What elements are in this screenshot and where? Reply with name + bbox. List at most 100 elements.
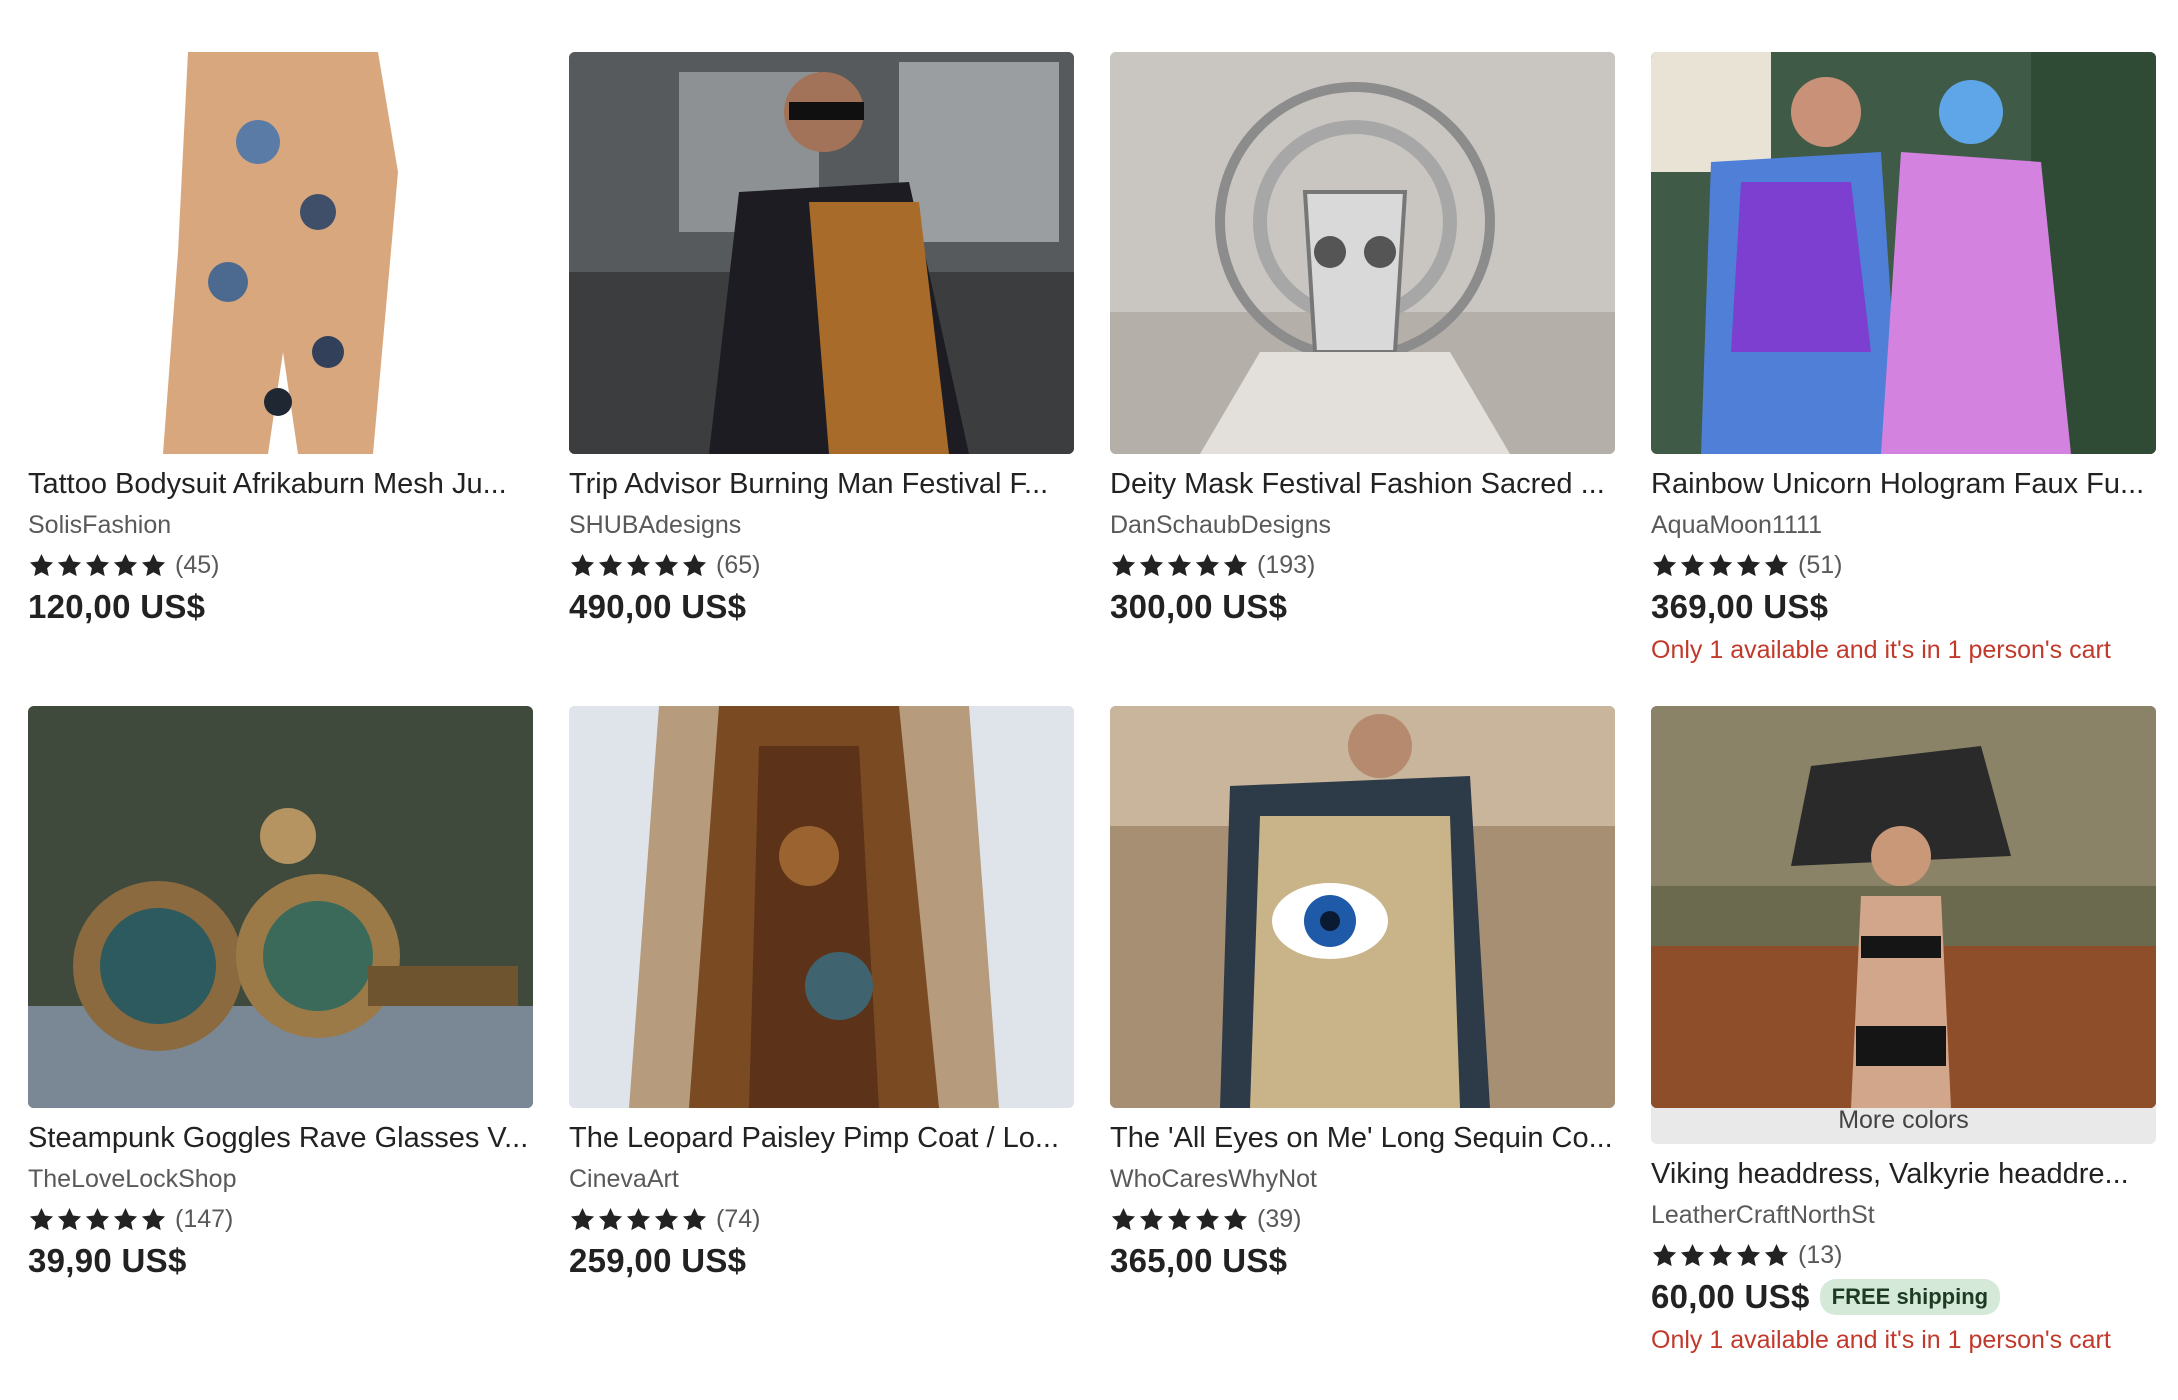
star-icon bbox=[1764, 1243, 1789, 1266]
review-count: (39) bbox=[1257, 1204, 1302, 1233]
star-icon bbox=[682, 553, 707, 576]
star-icon bbox=[1223, 1207, 1248, 1230]
rating: (74) bbox=[569, 1202, 1074, 1236]
listing-card[interactable]: Tattoo Bodysuit Afrikaburn Mesh Ju... So… bbox=[28, 52, 533, 706]
star-icon bbox=[682, 1207, 707, 1230]
listing-title[interactable]: Viking headdress, Valkyrie headdre... bbox=[1651, 1154, 2156, 1194]
star-icon bbox=[1764, 553, 1789, 576]
review-count: (51) bbox=[1798, 550, 1843, 579]
star-icon bbox=[57, 553, 82, 576]
tattoo-bodysuit-photo[interactable] bbox=[28, 52, 533, 454]
shop-name[interactable]: SHUBAdesigns bbox=[569, 508, 1074, 542]
price: 365,00 US$ bbox=[1110, 1242, 1288, 1279]
shop-name[interactable]: WhoCaresWhyNot bbox=[1110, 1162, 1615, 1196]
star-icon bbox=[1167, 1207, 1192, 1230]
price-row: 120,00 US$ bbox=[28, 588, 533, 626]
listing-card[interactable]: The Leopard Paisley Pimp Coat / Lo... Ci… bbox=[569, 706, 1074, 1366]
star-rating bbox=[1651, 552, 1790, 579]
star-icon bbox=[1139, 1207, 1164, 1230]
price-row: 39,90 US$ bbox=[28, 1242, 533, 1280]
shop-name[interactable]: DanSchaubDesigns bbox=[1110, 508, 1615, 542]
review-count: (45) bbox=[175, 550, 220, 579]
listing-title[interactable]: Rainbow Unicorn Hologram Faux Fu... bbox=[1651, 464, 2156, 504]
listing-title[interactable]: Deity Mask Festival Fashion Sacred ... bbox=[1110, 464, 1615, 504]
price: 490,00 US$ bbox=[569, 588, 747, 625]
price: 300,00 US$ bbox=[1110, 588, 1288, 625]
star-icon bbox=[626, 1207, 651, 1230]
star-icon bbox=[29, 1207, 54, 1230]
price: 60,00 US$ bbox=[1651, 1278, 1810, 1315]
shop-name[interactable]: LeatherCraftNorthSt bbox=[1651, 1198, 2156, 1232]
listing-title[interactable]: The 'All Eyes on Me' Long Sequin Co... bbox=[1110, 1118, 1615, 1158]
rainbow-fur-coat-photo[interactable] bbox=[1651, 52, 2156, 454]
rating: (45) bbox=[28, 548, 533, 582]
listing-title[interactable]: The Leopard Paisley Pimp Coat / Lo... bbox=[569, 1118, 1074, 1158]
star-icon bbox=[570, 1207, 595, 1230]
star-icon bbox=[1195, 1207, 1220, 1230]
star-icon bbox=[1652, 553, 1677, 576]
star-icon bbox=[1652, 1243, 1677, 1266]
star-icon bbox=[1167, 553, 1192, 576]
price-row: 259,00 US$ bbox=[569, 1242, 1074, 1280]
star-rating bbox=[569, 552, 708, 579]
star-icon bbox=[141, 553, 166, 576]
festival-coat-photo[interactable] bbox=[569, 52, 1074, 454]
star-icon bbox=[85, 1207, 110, 1230]
rating: (39) bbox=[1110, 1202, 1615, 1236]
star-icon bbox=[1139, 553, 1164, 576]
price-row: 490,00 US$ bbox=[569, 588, 1074, 626]
paisley-coat-photo[interactable] bbox=[569, 706, 1074, 1108]
stock-note: Only 1 available and it's in 1 person's … bbox=[1651, 1326, 2111, 1354]
star-rating bbox=[569, 1206, 708, 1233]
rating: (147) bbox=[28, 1202, 533, 1236]
price: 369,00 US$ bbox=[1651, 588, 1829, 625]
free-shipping-badge: FREE shipping bbox=[1819, 1279, 2001, 1315]
listing-title[interactable]: Steampunk Goggles Rave Glasses V... bbox=[28, 1118, 533, 1158]
steampunk-goggles-photo[interactable] bbox=[28, 706, 533, 1108]
star-icon bbox=[598, 553, 623, 576]
price: 120,00 US$ bbox=[28, 588, 206, 625]
deity-mask-photo[interactable] bbox=[1110, 52, 1615, 454]
price-row: 300,00 US$ bbox=[1110, 588, 1615, 626]
listing-card[interactable]: Rainbow Unicorn Hologram Faux Fu... Aqua… bbox=[1651, 52, 2156, 706]
listing-card[interactable]: Trip Advisor Burning Man Festival F... S… bbox=[569, 52, 1074, 706]
listing-card[interactable]: Deity Mask Festival Fashion Sacred ... D… bbox=[1110, 52, 1615, 706]
star-icon bbox=[1680, 553, 1705, 576]
review-count: (74) bbox=[716, 1204, 761, 1233]
listing-title[interactable]: Tattoo Bodysuit Afrikaburn Mesh Ju... bbox=[28, 464, 533, 504]
review-count: (13) bbox=[1798, 1240, 1843, 1269]
star-icon bbox=[113, 1207, 138, 1230]
star-rating bbox=[1110, 1206, 1249, 1233]
star-icon bbox=[570, 553, 595, 576]
shop-name[interactable]: CinevaArt bbox=[569, 1162, 1074, 1196]
review-count: (147) bbox=[175, 1204, 234, 1233]
star-icon bbox=[1708, 1243, 1733, 1266]
star-icon bbox=[141, 1207, 166, 1230]
star-icon bbox=[29, 553, 54, 576]
star-icon bbox=[626, 553, 651, 576]
listing-title[interactable]: Trip Advisor Burning Man Festival F... bbox=[569, 464, 1074, 504]
star-icon bbox=[1708, 553, 1733, 576]
shop-name[interactable]: TheLoveLockShop bbox=[28, 1162, 533, 1196]
review-count: (193) bbox=[1257, 550, 1316, 579]
star-icon bbox=[654, 1207, 679, 1230]
review-count: (65) bbox=[716, 550, 761, 579]
star-icon bbox=[1223, 553, 1248, 576]
listing-card[interactable]: Steampunk Goggles Rave Glasses V... TheL… bbox=[28, 706, 533, 1366]
feather-headdress-photo[interactable] bbox=[1651, 706, 2156, 1108]
listing-card[interactable]: More colors Viking headdress, Valkyrie h… bbox=[1651, 706, 2156, 1366]
star-icon bbox=[1111, 1207, 1136, 1230]
shop-name[interactable]: AquaMoon1111 bbox=[1651, 508, 2156, 542]
sequin-coat-photo[interactable] bbox=[1110, 706, 1615, 1108]
rating: (51) bbox=[1651, 548, 2156, 582]
stock-note: Only 1 available and it's in 1 person's … bbox=[1651, 636, 2111, 664]
listing-card[interactable]: The 'All Eyes on Me' Long Sequin Co... W… bbox=[1110, 706, 1615, 1366]
price-row: 60,00 US$ FREE shipping bbox=[1651, 1278, 2156, 1316]
star-icon bbox=[113, 553, 138, 576]
listing-grid: Tattoo Bodysuit Afrikaburn Mesh Ju... So… bbox=[28, 52, 2160, 1366]
star-icon bbox=[57, 1207, 82, 1230]
rating: (13) bbox=[1651, 1238, 2156, 1272]
star-icon bbox=[1111, 553, 1136, 576]
shop-name[interactable]: SolisFashion bbox=[28, 508, 533, 542]
star-icon bbox=[1736, 553, 1761, 576]
